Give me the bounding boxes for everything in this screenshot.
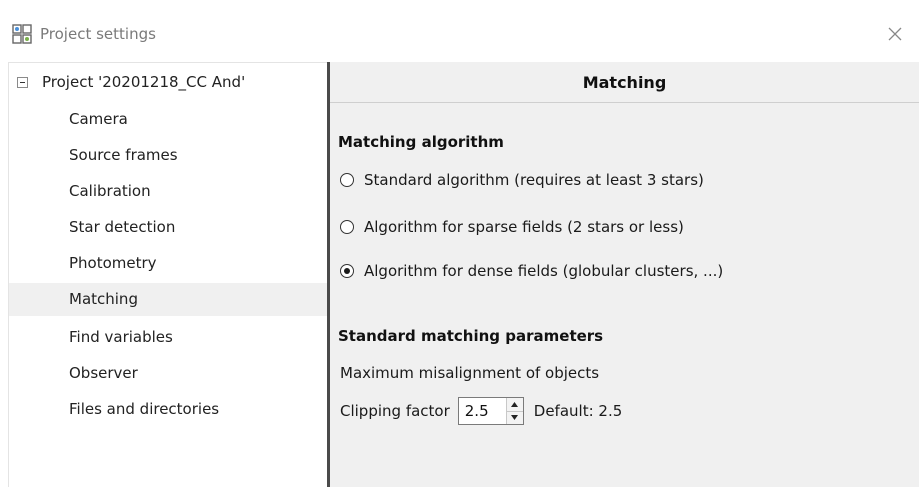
tree-item-observer[interactable]: Observer <box>9 357 328 390</box>
project-grid-icon <box>12 24 32 44</box>
clipping-factor-row: Clipping factor Default: 2.5 <box>340 396 622 426</box>
tree-item-star-detection[interactable]: Star detection <box>9 211 328 244</box>
close-button[interactable] <box>881 20 909 48</box>
collapse-icon[interactable] <box>17 76 28 88</box>
triangle-down-icon <box>511 415 519 421</box>
stepper-down-button[interactable] <box>506 411 523 424</box>
stepper-up-button[interactable] <box>506 398 523 412</box>
triangle-up-icon <box>511 401 519 407</box>
max-misalignment-label: Maximum misalignment of objects <box>340 364 600 382</box>
settings-tree: Project '20201218_CC And' Camera Source … <box>8 62 328 487</box>
radio-sparse-label: Algorithm for sparse fields (2 stars or … <box>364 218 684 236</box>
radio-dense-label: Algorithm for dense fields (globular clu… <box>364 262 724 280</box>
close-icon <box>888 27 902 41</box>
radio-standard-circle[interactable] <box>340 173 354 187</box>
tree-item-files-and-directories[interactable]: Files and directories <box>9 393 328 426</box>
tree-root-item[interactable]: Project '20201218_CC And' <box>9 69 245 95</box>
radio-dense-circle[interactable] <box>340 264 354 278</box>
default-value-label: Default: 2.5 <box>533 402 623 420</box>
radio-dense-fields[interactable]: Algorithm for dense fields (globular clu… <box>340 259 723 283</box>
clipping-factor-label: Clipping factor <box>340 402 450 420</box>
clipping-factor-stepper[interactable] <box>457 397 524 425</box>
matching-algorithm-title: Matching algorithm <box>338 133 504 151</box>
tree-item-source-frames[interactable]: Source frames <box>9 139 328 172</box>
radio-standard-algorithm[interactable]: Standard algorithm (requires at least 3 … <box>340 168 704 192</box>
title-bar: Project settings <box>0 0 919 62</box>
tree-item-camera[interactable]: Camera <box>9 103 328 136</box>
standard-matching-parameters-title: Standard matching parameters <box>338 327 604 345</box>
tree-root-label: Project '20201218_CC And' <box>42 73 246 91</box>
tree-item-matching[interactable]: Matching <box>9 283 328 316</box>
matching-panel: Matching Matching algorithm Standard alg… <box>330 62 919 487</box>
tree-item-photometry[interactable]: Photometry <box>9 247 328 280</box>
clipping-factor-input[interactable] <box>464 402 507 420</box>
radio-sparse-fields[interactable]: Algorithm for sparse fields (2 stars or … <box>340 215 684 239</box>
radio-standard-label: Standard algorithm (requires at least 3 … <box>364 171 704 189</box>
panel-header: Matching <box>330 62 919 103</box>
radio-sparse-circle[interactable] <box>340 220 354 234</box>
tree-item-find-variables[interactable]: Find variables <box>9 321 328 354</box>
tree-item-calibration[interactable]: Calibration <box>9 175 328 208</box>
window-title: Project settings <box>40 25 156 43</box>
stepper-buttons <box>505 398 523 424</box>
